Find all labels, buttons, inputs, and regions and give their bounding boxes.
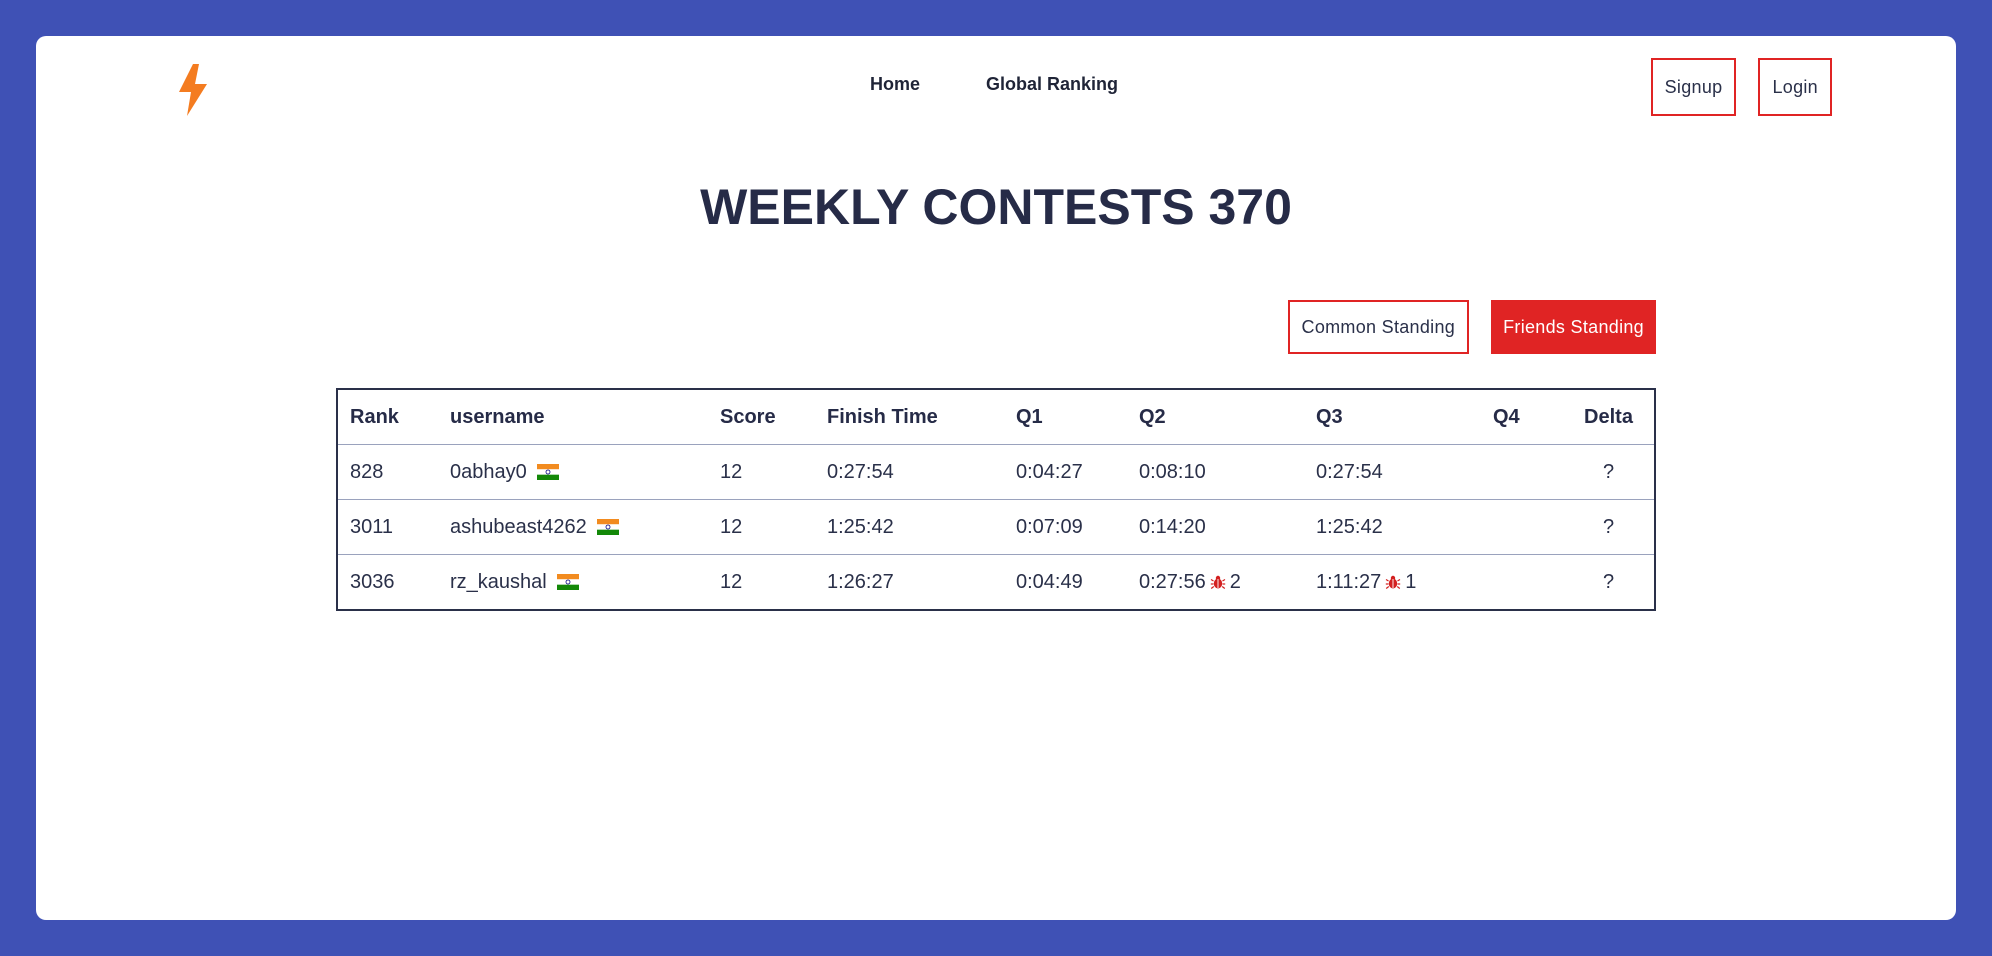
q3-cell: 1:25:42: [1304, 499, 1481, 555]
finish-time-value: 1:25:42: [827, 515, 894, 538]
standings-table: Rank username Score Finish Time Q1 Q2 Q3…: [336, 388, 1656, 611]
q2-time: 0:14:20: [1139, 515, 1206, 538]
username-cell: rz_kaushal: [438, 554, 708, 610]
q2-cell: 0:27:56 2: [1127, 554, 1304, 610]
header-q1: Q1: [1016, 405, 1043, 428]
header-username: username: [450, 405, 545, 428]
q2-cell: 0:14:20: [1127, 499, 1304, 555]
q2-time: 0:08:10: [1139, 460, 1206, 483]
q3-time: 0:27:54: [1316, 460, 1383, 483]
finish-time-cell: 1:25:42: [815, 499, 1004, 555]
header-q4: Q4: [1493, 405, 1520, 428]
lightning-logo-icon[interactable]: [177, 64, 209, 116]
finish-time-value: 0:27:54: [827, 460, 894, 483]
q1-cell: 0:04:49: [1004, 554, 1127, 610]
q3-cell: 1:11:27 1: [1304, 554, 1481, 610]
q2-cell: 0:08:10: [1127, 444, 1304, 500]
main-nav: Home Global Ranking: [870, 74, 1118, 95]
q2-penalty: 2: [1206, 571, 1241, 593]
finish-time-cell: 0:27:54: [815, 444, 1004, 500]
username-cell: 0abhay0: [438, 444, 708, 500]
q1-time: 0:04:27: [1016, 460, 1083, 483]
header-rank: Rank: [350, 405, 399, 428]
delta-cell: ?: [1563, 444, 1655, 500]
q4-cell: [1481, 444, 1563, 500]
q3-cell: 0:27:54: [1304, 444, 1481, 500]
rank-cell: 828: [337, 444, 438, 500]
header-delta: Delta: [1584, 405, 1633, 428]
rank-cell: 3011: [337, 499, 438, 555]
table-row: 3036 rz_kaushal 12 1:26:27 0:04:49 0:27:…: [337, 554, 1655, 610]
finish-time-value: 1:26:27: [827, 570, 894, 593]
username-link[interactable]: rz_kaushal: [450, 571, 547, 593]
rank-value: 3011: [350, 515, 394, 538]
q1-cell: 0:04:27: [1004, 444, 1127, 500]
q3-time: 1:25:42: [1316, 515, 1383, 538]
score-cell: 12: [708, 499, 815, 555]
delta-value: ?: [1602, 570, 1615, 593]
table-header-row: Rank username Score Finish Time Q1 Q2 Q3…: [337, 389, 1655, 445]
score-cell: 12: [708, 444, 815, 500]
table-row: 3011 ashubeast4262 12 1:25:42 0:07:09 0:…: [337, 499, 1655, 555]
signup-button[interactable]: Signup: [1650, 58, 1737, 116]
nav-global-ranking[interactable]: Global Ranking: [986, 74, 1118, 95]
q2-time: 0:27:56: [1139, 570, 1206, 593]
header-score: Score: [720, 405, 776, 428]
delta-cell: ?: [1563, 554, 1655, 610]
score-value: 12: [720, 515, 743, 538]
friends-standing-button[interactable]: Friends Standing: [1491, 300, 1656, 354]
auth-buttons: Signup Login: [1650, 58, 1832, 116]
nav-home[interactable]: Home: [870, 74, 920, 95]
bug-icon: [1210, 576, 1226, 590]
score-value: 12: [720, 570, 743, 593]
q1-cell: 0:07:09: [1004, 499, 1127, 555]
login-button[interactable]: Login: [1758, 58, 1832, 116]
q3-penalty: 1: [1381, 571, 1416, 593]
q4-cell: [1481, 499, 1563, 555]
q4-cell: [1481, 554, 1563, 610]
finish-time-cell: 1:26:27: [815, 554, 1004, 610]
q1-time: 0:04:49: [1016, 570, 1083, 593]
standing-toggle: Common Standing Friends Standing: [1287, 300, 1656, 354]
page-title: WEEKLY CONTESTS 370: [700, 179, 1292, 235]
header-q3: Q3: [1316, 405, 1343, 428]
delta-cell: ?: [1563, 499, 1655, 555]
score-cell: 12: [708, 554, 815, 610]
header-finish-time: Finish Time: [827, 405, 938, 428]
username-link[interactable]: ashubeast4262: [450, 516, 587, 538]
score-value: 12: [720, 460, 743, 483]
common-standing-button[interactable]: Common Standing: [1287, 300, 1470, 354]
q3-time: 1:11:27: [1316, 570, 1382, 593]
q1-time: 0:07:09: [1016, 515, 1083, 538]
username-cell: ashubeast4262: [438, 499, 708, 555]
bug-icon: [1385, 576, 1401, 590]
username-link[interactable]: 0abhay0: [450, 461, 527, 483]
penalty-count: 1: [1405, 570, 1417, 593]
header-q2: Q2: [1139, 405, 1166, 428]
india-flag-icon: [556, 574, 579, 591]
delta-value: ?: [1602, 460, 1615, 483]
table-row: 828 0abhay0 12 0:27:54 0:04:27 0:08:10 0…: [337, 444, 1655, 500]
delta-value: ?: [1602, 515, 1615, 538]
rank-value: 828: [350, 460, 384, 483]
rank-cell: 3036: [337, 554, 438, 610]
india-flag-icon: [536, 464, 559, 481]
main-card: Home Global Ranking Signup Login WEEKLY …: [36, 36, 1956, 920]
india-flag-icon: [596, 519, 619, 536]
penalty-count: 2: [1229, 570, 1241, 593]
rank-value: 3036: [350, 570, 395, 593]
